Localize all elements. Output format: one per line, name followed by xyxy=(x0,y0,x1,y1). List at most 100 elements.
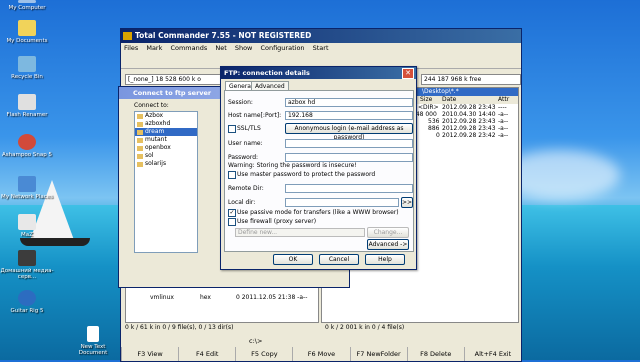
desktop-icon-my-network-places[interactable]: My Network Places xyxy=(0,176,54,200)
local-dir-field[interactable] xyxy=(285,198,399,207)
row-size: <DIR> xyxy=(418,104,439,111)
table-row[interactable]: <DIR> 2012.09.28 23:43 ---- xyxy=(418,104,516,111)
browse-button[interactable]: >> xyxy=(401,197,413,208)
change-button[interactable]: Change... xyxy=(367,227,409,238)
list-item[interactable]: solarijs xyxy=(135,160,197,168)
left-status: 0 k / 61 k in 0 / 9 file(s), 0 / 13 dir(… xyxy=(125,324,234,331)
table-row[interactable]: 0 2012.09.28 23:42 -a-- xyxy=(436,132,516,139)
right-status: 0 k / 2 001 k in 0 / 4 file(s) xyxy=(325,324,405,331)
dialog-title: FTP: connection details xyxy=(224,69,310,77)
list-item[interactable]: sol xyxy=(135,152,197,160)
total-commander-icon xyxy=(123,32,132,40)
row-date: 2012.09.28 23:43 xyxy=(442,118,496,125)
cmd-prompt: c:\> xyxy=(249,337,263,345)
firewall-checkbox[interactable] xyxy=(228,218,236,226)
desktop-icon-guitar-rig[interactable]: Guitar Rig 5 xyxy=(0,290,54,314)
menu-start[interactable]: Start xyxy=(313,44,329,52)
anonymous-login-button[interactable]: Anonymous login (e-mail address as passw… xyxy=(285,123,413,141)
host-label: Host name[:Port]: xyxy=(228,112,282,119)
firewall-select[interactable]: Define new... xyxy=(235,228,365,237)
menu-files[interactable]: Files xyxy=(124,44,138,52)
password-field[interactable] xyxy=(285,153,413,162)
ssl-label: SSL/TLS xyxy=(237,125,261,132)
tc-menu-bar: Files Mark Commands Net Show Configurati… xyxy=(121,43,521,54)
row-date: 2012.09.28 23:43 xyxy=(442,125,496,132)
desktop-icon-label: My Documents xyxy=(6,38,48,44)
list-item-selected[interactable]: dream xyxy=(135,128,197,136)
desktop-icon-label: Recycle Bin xyxy=(11,74,43,80)
ftp-connection-details-dialog: FTP: connection details ✕ General Advanc… xyxy=(220,66,417,270)
col-attr[interactable]: Attr xyxy=(498,96,509,104)
desktop-icon-label: Flash Renamer xyxy=(6,112,48,118)
desktop-icon-new-text-document[interactable]: New Text Document xyxy=(66,326,120,356)
tc-command-line[interactable]: c:\> xyxy=(121,335,521,347)
table-row[interactable]: 536 2012.09.28 23:43 -a-- xyxy=(428,118,516,125)
tc-function-keys: F3 View F4 Edit F5 Copy F6 Move F7 NewFo… xyxy=(121,347,521,361)
tc-status-bar: 0 k / 61 k in 0 / 9 file(s), 0 / 13 dir(… xyxy=(121,323,521,333)
table-row[interactable]: 048 000 2010.04.30 14:40 -a-- xyxy=(412,111,516,118)
user-name-label: User name: xyxy=(228,140,263,147)
row-attr: -a-- xyxy=(498,118,509,125)
row-size: 0 xyxy=(436,132,440,139)
remote-dir-field[interactable] xyxy=(285,184,413,193)
master-password-checkbox[interactable] xyxy=(228,171,236,179)
f3-view-button[interactable]: F3 View xyxy=(121,347,178,361)
list-item[interactable]: openbox xyxy=(135,144,197,152)
row-attr: -a-- xyxy=(498,125,509,132)
file-ext: hex xyxy=(200,294,211,301)
desktop-icon-ashampoo-snap[interactable]: Ashampoo Snap 5 xyxy=(0,134,54,158)
host-field[interactable]: 192.168 xyxy=(285,111,413,120)
password-warning: Warning: Storing the password is insecur… xyxy=(228,162,357,169)
alt-f4-exit-button[interactable]: Alt+F4 Exit xyxy=(463,347,521,361)
advanced-button[interactable]: Advanced -> xyxy=(367,239,409,250)
tc-title-bar[interactable]: Total Commander 7.55 - NOT REGISTERED xyxy=(121,29,521,43)
list-item[interactable]: azboxhd xyxy=(135,120,197,128)
menu-configuration[interactable]: Configuration xyxy=(260,44,304,52)
desktop-icon-my-computer[interactable]: My Computer xyxy=(0,0,54,11)
session-field[interactable]: azbox hd xyxy=(285,98,413,107)
ftp-connection-list[interactable]: Azbox azboxhd dream mutant openbox sol s… xyxy=(134,111,198,253)
menu-net[interactable]: Net xyxy=(215,44,226,52)
session-label: Session: xyxy=(228,99,253,106)
desktop-icon-media-server[interactable]: Домашний медиа-серв... xyxy=(0,250,54,280)
f5-copy-button[interactable]: F5 Copy xyxy=(235,347,292,361)
passive-mode-label: Use passive mode for transfers (like a W… xyxy=(237,209,399,216)
f8-delete-button[interactable]: F8 Delete xyxy=(406,347,464,361)
row-size: 886 xyxy=(428,125,440,132)
help-button[interactable]: Help xyxy=(365,254,405,265)
f4-edit-button[interactable]: F4 Edit xyxy=(178,347,235,361)
list-item[interactable]: mutant xyxy=(135,136,197,144)
file-name: vmlinux xyxy=(150,294,174,301)
col-size[interactable]: Size xyxy=(420,96,432,104)
list-item[interactable]: Azbox xyxy=(135,112,197,120)
row-date: 2012.09.28 23:42 xyxy=(442,132,496,139)
file-info: 0 2011.12.05 21:38 -a-- xyxy=(236,294,308,301)
dialog-title-bar[interactable]: FTP: connection details ✕ xyxy=(221,67,416,79)
password-label: Password: xyxy=(228,154,259,161)
desktop-icon-flash-renamer[interactable]: Flash Renamer xyxy=(0,94,54,118)
cancel-button[interactable]: Cancel xyxy=(319,254,359,265)
menu-commands[interactable]: Commands xyxy=(170,44,207,52)
desktop-icon-label: MaZ xyxy=(21,232,33,238)
desktop-icon-my-documents[interactable]: My Documents xyxy=(0,20,54,44)
table-row[interactable]: vmlinux hex 0 2011.12.05 21:38 -a-- xyxy=(150,294,320,301)
row-attr: ---- xyxy=(498,104,507,111)
desktop-icon-label: New Text Document xyxy=(78,344,108,356)
f6-move-button[interactable]: F6 Move xyxy=(292,347,349,361)
menu-show[interactable]: Show xyxy=(235,44,253,52)
passive-mode-checkbox[interactable]: ✓ xyxy=(228,209,236,217)
desktop-icon-recycle-bin[interactable]: Recycle Bin xyxy=(0,56,54,80)
table-row[interactable]: 886 2012.09.28 23:43 -a-- xyxy=(428,125,516,132)
wallpaper-sailboat-hull xyxy=(20,238,90,246)
f7-newfolder-button[interactable]: F7 NewFolder xyxy=(349,347,407,361)
desktop-icon-label: My Network Places xyxy=(1,194,53,200)
connect-to-label: Connect to: xyxy=(134,102,169,109)
desktop-icon-maz[interactable]: MaZ xyxy=(0,214,54,238)
ok-button[interactable]: OK xyxy=(273,254,313,265)
col-date[interactable]: Date xyxy=(442,96,456,104)
ssl-checkbox[interactable] xyxy=(228,125,236,133)
close-icon[interactable]: ✕ xyxy=(402,68,414,79)
user-name-field[interactable] xyxy=(285,139,413,148)
menu-mark[interactable]: Mark xyxy=(146,44,162,52)
general-tab-pane: Session: azbox hd Host name[:Port]: 192.… xyxy=(224,90,414,252)
